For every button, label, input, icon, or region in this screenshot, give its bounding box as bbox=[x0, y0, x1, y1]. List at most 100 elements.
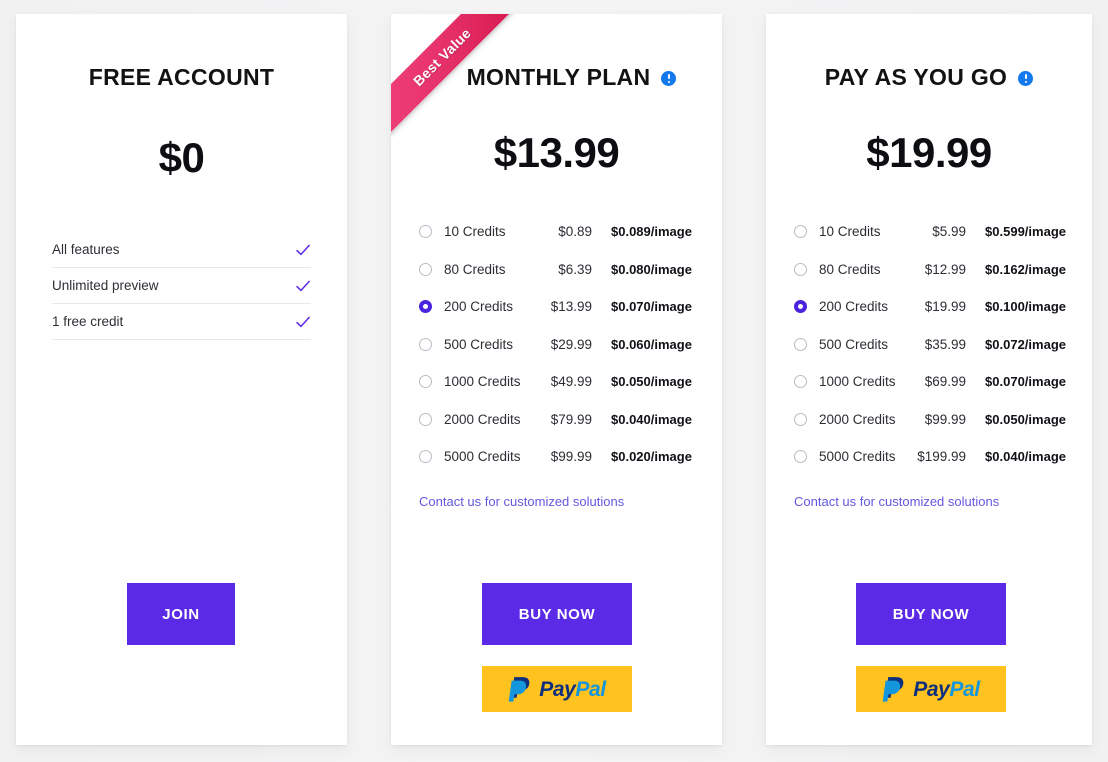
option-unit-price: $0.162/image bbox=[985, 261, 1066, 277]
option-price: $99.99 bbox=[550, 449, 592, 465]
ribbon-tail-right bbox=[489, 14, 506, 31]
list-item: Unlimited preview bbox=[52, 268, 311, 304]
feature-label: Unlimited preview bbox=[52, 278, 159, 293]
option-credits: 80 Credits bbox=[819, 261, 881, 277]
contact-us-link[interactable]: Contact us for customized solutions bbox=[419, 494, 722, 509]
plan-title-row: MONTHLY PLAN bbox=[391, 64, 722, 91]
option-price: $6.39 bbox=[558, 261, 592, 277]
option-price: $5.99 bbox=[932, 224, 967, 240]
credit-option-row[interactable]: 80 Credits $12.99 $0.162/image bbox=[794, 251, 1066, 289]
radio-icon[interactable] bbox=[419, 337, 432, 351]
credit-option-row[interactable]: 5000 Credits $199.99 $0.040/image bbox=[794, 438, 1066, 476]
feature-list: All features Unlimited preview 1 free cr… bbox=[52, 232, 311, 340]
option-credits: 200 Credits bbox=[444, 299, 514, 315]
list-item: 1 free credit bbox=[52, 304, 311, 340]
info-icon[interactable] bbox=[661, 71, 677, 86]
credit-option-row[interactable]: 5000 Credits $99.99 $0.020/image bbox=[419, 438, 696, 476]
option-credits: 2000 Credits bbox=[444, 411, 521, 427]
check-icon bbox=[296, 244, 310, 255]
option-credits: 5000 Credits bbox=[444, 449, 521, 465]
paypal-wordmark: PayPal bbox=[539, 679, 606, 700]
option-unit-price: $0.040/image bbox=[611, 411, 692, 427]
info-icon[interactable] bbox=[1018, 71, 1034, 86]
option-price: $49.99 bbox=[550, 374, 592, 390]
feature-label: All features bbox=[52, 242, 120, 257]
radio-icon[interactable] bbox=[419, 450, 432, 464]
buy-now-button[interactable]: BUY NOW bbox=[856, 583, 1006, 645]
credit-option-row[interactable]: 2000 Credits $79.99 $0.040/image bbox=[419, 401, 696, 439]
radio-icon[interactable] bbox=[419, 300, 432, 314]
option-price: $69.99 bbox=[924, 374, 967, 390]
option-credits: 200 Credits bbox=[819, 299, 889, 315]
join-button[interactable]: JOIN bbox=[127, 583, 235, 645]
plan-card-pay-as-you-go: PAY AS YOU GO $19.99 10 Credits $5.99 $0… bbox=[766, 14, 1092, 745]
credit-option-row[interactable]: 2000 Credits $99.99 $0.050/image bbox=[794, 401, 1066, 439]
plan-title-row: PAY AS YOU GO bbox=[766, 64, 1092, 91]
paypal-text-pay: Pay bbox=[913, 677, 950, 701]
paypal-logo-icon bbox=[882, 676, 904, 702]
option-unit-price: $0.050/image bbox=[985, 411, 1066, 427]
option-unit-price: $0.100/image bbox=[985, 299, 1066, 315]
radio-icon[interactable] bbox=[794, 262, 807, 276]
paypal-text-pay: Pay bbox=[539, 677, 576, 701]
feature-label: 1 free credit bbox=[52, 314, 124, 329]
paypal-text-pal: Pal bbox=[575, 677, 606, 701]
credit-option-row[interactable]: 10 Credits $5.99 $0.599/image bbox=[794, 213, 1066, 251]
paypal-logo-icon bbox=[508, 676, 530, 702]
option-price: $35.99 bbox=[924, 336, 967, 352]
option-price: $13.99 bbox=[550, 299, 592, 315]
option-credits: 500 Credits bbox=[819, 336, 889, 352]
option-price: $19.99 bbox=[924, 299, 967, 315]
credit-option-row[interactable]: 500 Credits $35.99 $0.072/image bbox=[794, 326, 1066, 364]
plan-title-row: FREE ACCOUNT bbox=[16, 64, 347, 91]
radio-icon[interactable] bbox=[794, 337, 807, 351]
option-price: $0.89 bbox=[558, 224, 592, 240]
paypal-button[interactable]: PayPal bbox=[856, 666, 1006, 712]
credit-option-row[interactable]: 1000 Credits $69.99 $0.070/image bbox=[794, 363, 1066, 401]
option-unit-price: $0.070/image bbox=[985, 374, 1066, 390]
contact-us-link[interactable]: Contact us for customized solutions bbox=[794, 494, 1092, 509]
radio-icon[interactable] bbox=[419, 225, 432, 239]
radio-icon[interactable] bbox=[794, 225, 807, 239]
plan-card-free-account: FREE ACCOUNT $0 All features Unlimited p… bbox=[16, 14, 347, 745]
option-unit-price: $0.072/image bbox=[985, 336, 1066, 352]
radio-icon[interactable] bbox=[419, 412, 432, 426]
check-icon bbox=[296, 280, 310, 291]
check-icon bbox=[296, 316, 310, 327]
radio-icon[interactable] bbox=[419, 375, 432, 389]
credit-option-row[interactable]: 500 Credits $29.99 $0.060/image bbox=[419, 326, 696, 364]
option-credits: 2000 Credits bbox=[819, 411, 896, 427]
plan-price: $0 bbox=[158, 134, 205, 181]
credit-option-row[interactable]: 10 Credits $0.89 $0.089/image bbox=[419, 213, 696, 251]
paypal-text-pal: Pal bbox=[949, 677, 980, 701]
plan-price: $19.99 bbox=[866, 129, 992, 176]
credit-options-list: 10 Credits $5.99 $0.599/image 80 Credits… bbox=[766, 213, 1092, 476]
buy-now-button[interactable]: BUY NOW bbox=[482, 583, 632, 645]
option-credits: 500 Credits bbox=[444, 336, 514, 352]
paypal-wordmark: PayPal bbox=[913, 679, 980, 700]
credit-option-row[interactable]: 1000 Credits $49.99 $0.050/image bbox=[419, 363, 696, 401]
credit-option-row[interactable]: 200 Credits $13.99 $0.070/image bbox=[419, 288, 696, 326]
radio-icon[interactable] bbox=[794, 450, 807, 464]
option-unit-price: $0.040/image bbox=[985, 449, 1066, 465]
option-unit-price: $0.050/image bbox=[611, 374, 692, 390]
ribbon-tail-left bbox=[391, 112, 408, 129]
option-unit-price: $0.070/image bbox=[611, 299, 692, 315]
option-price: $12.99 bbox=[924, 261, 967, 277]
plan-card-monthly-plan: Best Value MONTHLY PLAN $13.99 10 Credit… bbox=[391, 14, 722, 745]
plan-price: $13.99 bbox=[493, 129, 620, 176]
option-unit-price: $0.060/image bbox=[611, 336, 692, 352]
option-price: $29.99 bbox=[550, 336, 592, 352]
paypal-button[interactable]: PayPal bbox=[482, 666, 632, 712]
credit-option-row[interactable]: 200 Credits $19.99 $0.100/image bbox=[794, 288, 1066, 326]
list-item: All features bbox=[52, 232, 311, 268]
radio-icon[interactable] bbox=[794, 412, 807, 426]
radio-icon[interactable] bbox=[794, 375, 807, 389]
credit-option-row[interactable]: 80 Credits $6.39 $0.080/image bbox=[419, 251, 696, 289]
option-unit-price: $0.020/image bbox=[611, 449, 692, 465]
option-price: $199.99 bbox=[917, 449, 967, 465]
radio-icon[interactable] bbox=[794, 300, 807, 314]
radio-icon[interactable] bbox=[419, 262, 432, 276]
page-title: FREE ACCOUNT bbox=[88, 64, 275, 90]
pricing-page: FREE ACCOUNT $0 All features Unlimited p… bbox=[0, 0, 1108, 762]
